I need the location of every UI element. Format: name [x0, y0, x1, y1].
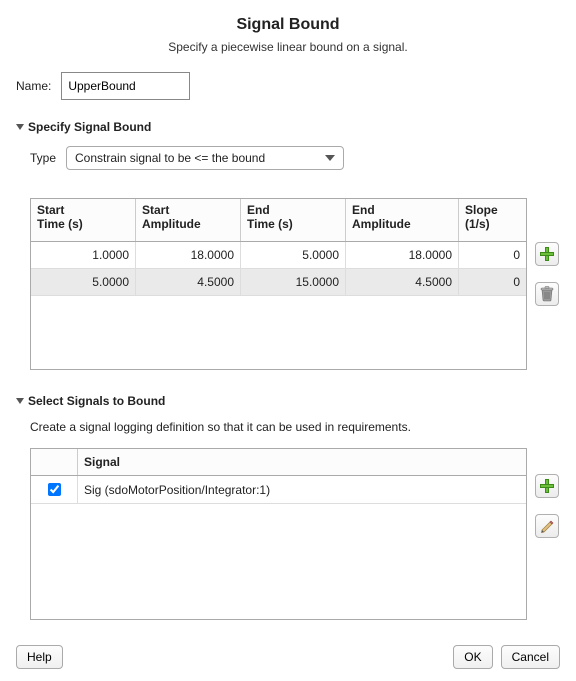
plus-icon — [540, 479, 554, 493]
cell-checkbox — [31, 476, 78, 504]
cell[interactable]: 1.0000 — [31, 242, 136, 269]
type-row: Type Constrain signal to be <= the bound — [30, 146, 560, 170]
help-button[interactable]: Help — [16, 645, 63, 669]
name-row: Name: — [16, 72, 560, 100]
trash-icon — [540, 286, 554, 302]
signal-checkbox[interactable] — [48, 483, 61, 496]
cell[interactable]: 18.0000 — [346, 242, 459, 269]
cell[interactable]: 5.0000 — [241, 242, 346, 269]
col-signal: Signal — [78, 449, 527, 476]
name-input[interactable] — [61, 72, 190, 100]
signals-description: Create a signal logging definition so th… — [30, 420, 560, 434]
section-select-signals[interactable]: Select Signals to Bound — [16, 394, 560, 408]
section-title: Select Signals to Bound — [28, 394, 165, 408]
table-row[interactable]: 5.0000 4.5000 15.0000 4.5000 0 — [31, 269, 526, 296]
cell-signal[interactable]: Sig (sdoMotorPosition/Integrator:1) — [78, 476, 527, 504]
dialog-subtitle: Specify a piecewise linear bound on a si… — [16, 40, 560, 54]
triangle-down-icon — [16, 398, 24, 404]
col-start-amplitude: Start Amplitude — [136, 199, 241, 242]
cell[interactable]: 0 — [459, 269, 527, 296]
signal-bound-dialog: Signal Bound Specify a piecewise linear … — [0, 0, 576, 681]
add-row-button[interactable] — [535, 242, 559, 266]
col-end-time: End Time (s) — [241, 199, 346, 242]
delete-row-button[interactable] — [535, 282, 559, 306]
triangle-down-icon — [16, 124, 24, 130]
cell[interactable]: 18.0000 — [136, 242, 241, 269]
cell[interactable]: 0 — [459, 242, 527, 269]
type-dropdown[interactable]: Constrain signal to be <= the bound — [66, 146, 344, 170]
section-specify-signal-bound[interactable]: Specify Signal Bound — [16, 120, 560, 134]
signal-table[interactable]: Signal Sig (sdoMotorPosition/Integrator:… — [30, 448, 527, 620]
cell[interactable]: 4.5000 — [346, 269, 459, 296]
bound-table-area: Start Time (s) Start Amplitude End Time … — [30, 198, 560, 370]
section-title: Specify Signal Bound — [28, 120, 151, 134]
bound-table-side-buttons — [535, 198, 559, 306]
cancel-button[interactable]: Cancel — [501, 645, 560, 669]
dialog-title: Signal Bound — [16, 16, 560, 34]
signal-table-area: Signal Sig (sdoMotorPosition/Integrator:… — [30, 448, 560, 620]
table-row[interactable]: 1.0000 18.0000 5.0000 18.0000 0 — [31, 242, 526, 269]
name-label: Name: — [16, 79, 51, 93]
edit-signal-button[interactable] — [535, 514, 559, 538]
chevron-down-icon — [325, 155, 335, 161]
cell[interactable]: 5.0000 — [31, 269, 136, 296]
table-row[interactable]: Sig (sdoMotorPosition/Integrator:1) — [31, 476, 526, 504]
cell[interactable]: 15.0000 — [241, 269, 346, 296]
col-start-time: Start Time (s) — [31, 199, 136, 242]
add-signal-button[interactable] — [535, 474, 559, 498]
dialog-footer: Help OK Cancel — [16, 645, 560, 669]
pencil-icon — [540, 519, 555, 534]
type-value: Constrain signal to be <= the bound — [75, 151, 265, 165]
cell[interactable]: 4.5000 — [136, 269, 241, 296]
type-label: Type — [30, 151, 56, 165]
bound-table[interactable]: Start Time (s) Start Amplitude End Time … — [30, 198, 527, 370]
col-slope: Slope (1/s) — [459, 199, 527, 242]
col-end-amplitude: End Amplitude — [346, 199, 459, 242]
plus-icon — [540, 247, 554, 261]
ok-button[interactable]: OK — [453, 645, 492, 669]
col-checkbox — [31, 449, 78, 476]
signal-table-side-buttons — [535, 448, 559, 538]
